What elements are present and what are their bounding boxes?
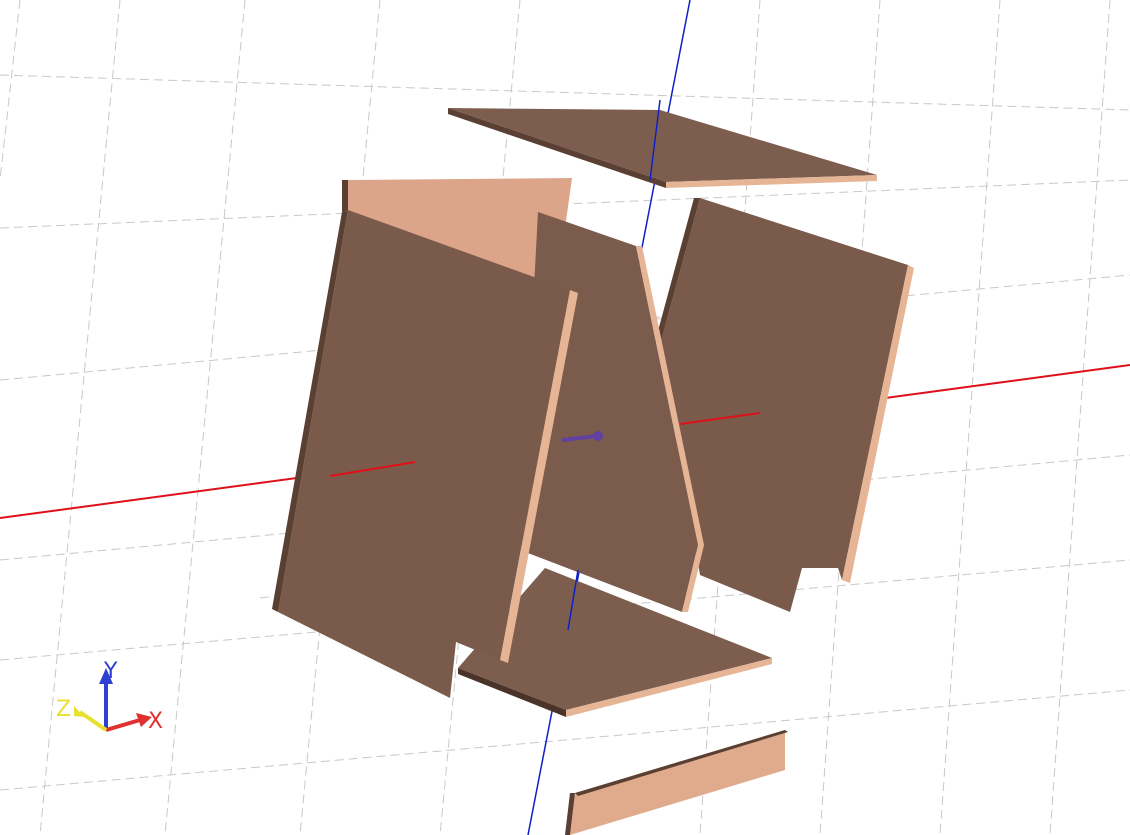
orientation-triad[interactable]: Y X Z	[56, 659, 163, 734]
loose-panel[interactable]	[565, 730, 788, 835]
triad-y-label: Y	[103, 659, 118, 684]
triad-z-label: Z	[56, 697, 71, 722]
triad-x-axis	[105, 718, 141, 732]
world-x-axis-right	[884, 364, 1130, 399]
3d-viewport[interactable]: Y X Z	[0, 0, 1130, 835]
triad-z-axis	[78, 710, 108, 732]
triad-x-label: X	[148, 709, 163, 734]
model-canvas[interactable]: Y X Z	[0, 0, 1130, 835]
world-origin-marker	[593, 431, 603, 441]
top-panel[interactable]	[448, 108, 877, 188]
